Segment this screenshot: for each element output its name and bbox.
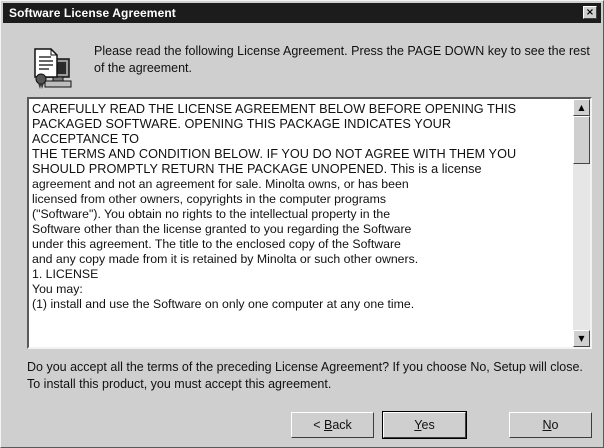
license-text-box[interactable]: CAREFULLY READ THE LICENSE AGREEMENT BEL… [27, 97, 592, 349]
no-button[interactable]: No [509, 412, 592, 438]
license-dialog: Software License Agreement × Please read… [0, 0, 604, 448]
license-line: 1. LICENSE [32, 267, 99, 281]
license-line: PACKAGED SOFTWARE. OPENING THIS PACKAGE … [32, 117, 452, 131]
yes-button[interactable]: Yes [382, 411, 467, 439]
license-line: Software other than the license granted … [32, 222, 412, 236]
license-line: CAREFULLY READ THE LICENSE AGREEMENT BEL… [32, 102, 517, 116]
license-line: agreement and not an agreement for sale.… [32, 177, 409, 191]
back-rest: ack [332, 418, 352, 432]
yes-mnemonic: Y [414, 418, 422, 432]
yes-rest: es [421, 418, 435, 432]
license-line: licensed from other owners, copyrights i… [32, 192, 387, 206]
vertical-scrollbar[interactable]: ▲ ▼ [573, 99, 590, 347]
intro-text: Please read the following License Agreem… [94, 44, 590, 75]
title-bar[interactable]: Software License Agreement × [3, 3, 601, 23]
license-line: SHOULD PROMPTLY RETURN THE PACKAGE UNOPE… [32, 162, 482, 176]
scroll-down-arrow-icon[interactable]: ▼ [573, 330, 590, 347]
scroll-up-arrow-icon[interactable]: ▲ [573, 99, 590, 116]
license-text[interactable]: CAREFULLY READ THE LICENSE AGREEMENT BEL… [32, 102, 568, 342]
license-line: and any copy made from it is retained by… [32, 252, 419, 266]
accept-question: Do you accept all the terms of the prece… [27, 360, 583, 391]
license-line: (1) install and use the Software on only… [32, 297, 415, 311]
back-button[interactable]: < Back [291, 412, 374, 438]
scrollbar-thumb[interactable] [573, 116, 590, 164]
license-line: under this agreement. The title to the e… [32, 237, 401, 251]
license-line: ACCEPTANCE TO [32, 132, 140, 146]
window-title: Software License Agreement [9, 6, 176, 20]
license-line: THE TERMS AND CONDITION BELOW. IF YOU DO… [32, 147, 517, 161]
license-document-computer-icon [31, 45, 73, 89]
license-line: ("Software"). You obtain no rights to th… [32, 207, 391, 221]
no-rest: o [551, 418, 559, 432]
license-line: You may: [32, 282, 83, 296]
no-mnemonic: N [542, 418, 552, 432]
close-button[interactable]: × [583, 6, 597, 19]
back-prefix: < [313, 418, 324, 432]
